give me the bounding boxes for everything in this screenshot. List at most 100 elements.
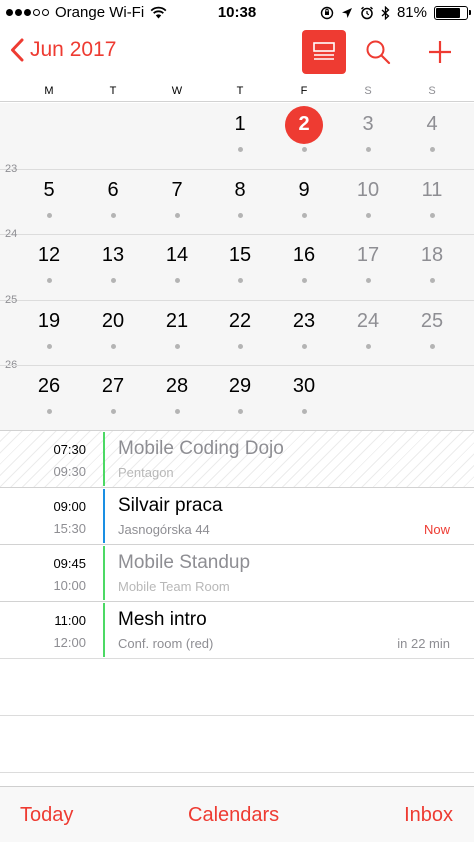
month-grid: 1 2 3 4 23 5 6 7 8 9 10 11 24 12 13 14 15 16 17 18 25 19 20 21 2… — [0, 103, 474, 430]
back-label: Jun 2017 — [30, 38, 117, 61]
event-location: Conf. room (red) — [118, 636, 214, 651]
day-cell[interactable]: 20 — [88, 310, 138, 333]
list-view-button[interactable] — [302, 30, 346, 74]
day-cell[interactable]: 19 — [24, 310, 74, 333]
day-cell[interactable]: 11 — [407, 179, 457, 202]
calendar-color-bar — [103, 546, 105, 600]
weekday-label: T — [109, 85, 117, 97]
event-dot — [365, 212, 371, 218]
battery-percent: 81% — [396, 4, 427, 21]
event-start-time: 09:00 — [53, 499, 86, 514]
event-start-time: 07:30 — [53, 442, 86, 457]
weekday-label: F — [300, 85, 308, 97]
day-cell[interactable]: 9 — [279, 179, 329, 202]
calendar-color-bar — [103, 489, 105, 543]
day-cell[interactable]: 12 — [24, 244, 74, 267]
day-cell[interactable]: 16 — [279, 244, 329, 267]
status-right: 81% — [320, 4, 471, 21]
day-cell[interactable]: 10 — [343, 179, 393, 202]
location-arrow-icon — [341, 7, 352, 18]
event-status-badge: in 22 min — [397, 636, 450, 651]
event-end-time: 15:30 — [53, 521, 86, 536]
event-status-badge: Now — [423, 522, 450, 537]
event-dot — [429, 278, 435, 283]
event-title: Mobile Coding Dojo — [118, 438, 284, 459]
event-dot — [365, 343, 371, 349]
day-cell[interactable]: 8 — [215, 179, 265, 202]
day-cell[interactable]: 18 — [407, 244, 457, 267]
battery-icon — [434, 5, 471, 20]
day-cell[interactable]: 3 — [343, 113, 393, 136]
day-cell[interactable]: 14 — [152, 244, 202, 267]
search-button[interactable] — [360, 34, 396, 70]
event-dot — [174, 343, 180, 349]
day-cell[interactable]: 2 — [279, 113, 329, 136]
event-dot — [110, 278, 116, 283]
day-cell[interactable]: 21 — [152, 310, 202, 333]
event-dot — [46, 343, 52, 349]
day-cell[interactable]: 29 — [215, 375, 265, 398]
day-cell[interactable]: 22 — [215, 310, 265, 333]
day-cell[interactable]: 28 — [152, 375, 202, 398]
event-location: Jasnogórska 44 — [118, 522, 210, 537]
day-cell[interactable]: 17 — [343, 244, 393, 267]
day-cell[interactable]: 6 — [88, 179, 138, 202]
event-row[interactable]: 11:00 12:00 Mesh intro Conf. room (red) in 2… — [0, 601, 474, 658]
event-title: Mobile Standup — [118, 552, 251, 573]
day-cell[interactable]: 27 — [88, 375, 138, 398]
event-dot — [365, 147, 371, 152]
event-title: Mesh intro — [118, 609, 207, 630]
weekday-label: W — [171, 85, 183, 97]
event-row[interactable]: 07:30 09:30 Mobile Coding Dojo Pentagon — [0, 430, 474, 487]
event-dot — [110, 343, 116, 349]
day-cell[interactable]: 30 — [279, 375, 329, 398]
tab-today[interactable]: Today — [20, 804, 73, 827]
plus-icon — [429, 41, 451, 63]
event-dot — [237, 278, 243, 283]
day-cell[interactable]: 1 — [215, 113, 265, 136]
event-dot — [237, 147, 243, 152]
event-location: Mobile Team Room — [118, 579, 230, 594]
event-dot — [429, 343, 435, 349]
back-button[interactable]: Jun 2017 — [10, 38, 116, 62]
alarm-icon — [361, 6, 373, 19]
event-end-time: 09:30 — [53, 464, 86, 479]
day-cell[interactable]: 7 — [152, 179, 202, 202]
event-dot — [301, 409, 307, 414]
day-cell[interactable]: 5 — [24, 179, 74, 202]
day-cell[interactable]: 23 — [279, 310, 329, 333]
event-dot — [237, 212, 243, 218]
weekday-header: MTWTFSS — [0, 82, 474, 102]
day-cell[interactable]: 24 — [343, 310, 393, 333]
event-dot — [301, 212, 307, 218]
empty-row-separator — [0, 715, 474, 716]
orientation-lock-icon — [320, 6, 334, 19]
week-separator — [0, 299, 474, 301]
event-dot — [46, 409, 52, 414]
event-end-time: 12:00 — [53, 635, 86, 650]
event-dot — [46, 278, 52, 283]
day-cell[interactable]: 25 — [407, 310, 457, 333]
event-dot — [174, 212, 180, 218]
day-cell[interactable]: 13 — [88, 244, 138, 267]
week-number: 23 — [5, 162, 18, 175]
bluetooth-icon — [381, 5, 390, 20]
week-number: 25 — [5, 293, 18, 306]
weekday-label: S — [364, 85, 372, 97]
calendar-color-bar — [103, 432, 105, 486]
event-dot — [301, 278, 307, 283]
empty-row-separator — [0, 772, 474, 773]
event-row[interactable]: 09:45 10:00 Mobile Standup Mobile Team Room — [0, 544, 474, 601]
add-event-button[interactable] — [422, 34, 458, 70]
event-dot — [110, 212, 116, 218]
tab-calendars[interactable]: Calendars — [188, 804, 279, 827]
event-start-time: 11:00 — [54, 613, 86, 628]
day-cell[interactable]: 4 — [407, 113, 457, 136]
tab-inbox[interactable]: Inbox — [404, 804, 453, 827]
event-dot — [429, 147, 435, 152]
event-row[interactable]: 09:00 15:30 Silvair praca Jasnogórska 44 Now — [0, 487, 474, 544]
event-location: Pentagon — [118, 465, 174, 480]
day-cell[interactable]: 26 — [24, 375, 74, 398]
status-bar: Orange Wi-Fi 10:38 81% — [0, 0, 474, 26]
day-cell[interactable]: 15 — [215, 244, 265, 267]
